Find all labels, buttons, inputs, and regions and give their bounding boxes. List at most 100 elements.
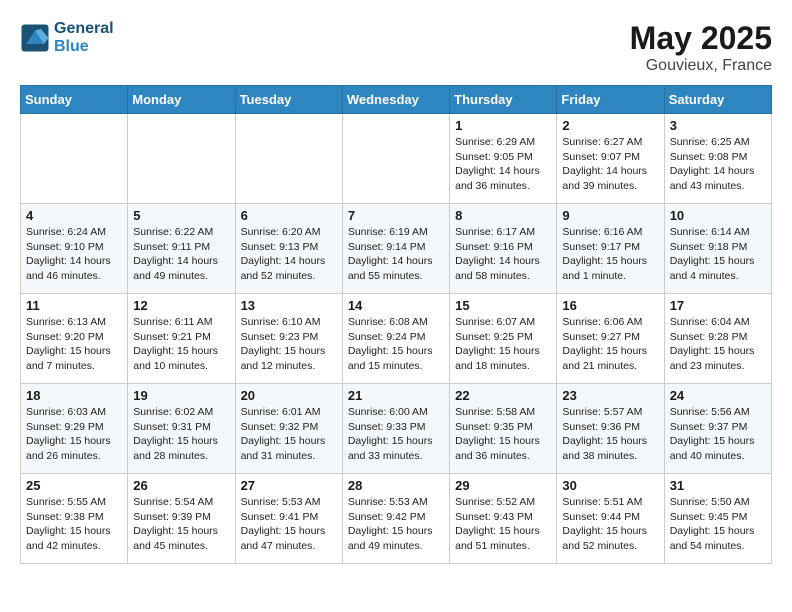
calendar-cell: 15 Sunrise: 6:07 AMSunset: 9:25 PMDayligh… xyxy=(450,294,557,384)
day-number: 26 xyxy=(133,478,229,493)
day-number: 28 xyxy=(348,478,444,493)
calendar-cell: 31 Sunrise: 5:50 AMSunset: 9:45 PMDayligh… xyxy=(664,474,771,564)
calendar-week-3: 11 Sunrise: 6:13 AMSunset: 9:20 PMDayligh… xyxy=(21,294,772,384)
day-number: 18 xyxy=(26,388,122,403)
day-number: 10 xyxy=(670,208,766,223)
calendar-cell: 29 Sunrise: 5:52 AMSunset: 9:43 PMDayligh… xyxy=(450,474,557,564)
day-info: Sunrise: 6:04 AMSunset: 9:28 PMDaylight:… xyxy=(670,315,766,374)
day-number: 4 xyxy=(26,208,122,223)
day-number: 2 xyxy=(562,118,658,133)
calendar-week-1: 1 Sunrise: 6:29 AMSunset: 9:05 PMDaylight… xyxy=(21,114,772,204)
day-number: 5 xyxy=(133,208,229,223)
weekday-header-monday: Monday xyxy=(128,86,235,114)
calendar-subtitle: Gouvieux, France xyxy=(630,57,772,75)
day-info: Sunrise: 5:52 AMSunset: 9:43 PMDaylight:… xyxy=(455,495,551,554)
logo-icon xyxy=(20,23,50,53)
day-info: Sunrise: 6:24 AMSunset: 9:10 PMDaylight:… xyxy=(26,225,122,284)
day-number: 31 xyxy=(670,478,766,493)
logo-blue: Blue xyxy=(54,38,114,56)
day-number: 8 xyxy=(455,208,551,223)
day-info: Sunrise: 6:10 AMSunset: 9:23 PMDaylight:… xyxy=(241,315,337,374)
day-number: 29 xyxy=(455,478,551,493)
day-number: 23 xyxy=(562,388,658,403)
calendar-cell: 18 Sunrise: 6:03 AMSunset: 9:29 PMDayligh… xyxy=(21,384,128,474)
calendar-cell: 7Sunrise: 6:19 AMSunset: 9:14 PMDaylight… xyxy=(342,204,449,294)
day-info: Sunrise: 6:14 AMSunset: 9:18 PMDaylight:… xyxy=(670,225,766,284)
day-info: Sunrise: 5:53 AMSunset: 9:42 PMDaylight:… xyxy=(348,495,444,554)
calendar-cell: 9 Sunrise: 6:16 AMSunset: 9:17 PMDaylight… xyxy=(557,204,664,294)
day-info: Sunrise: 6:22 AMSunset: 9:11 PMDaylight:… xyxy=(133,225,229,284)
calendar-cell: 22 Sunrise: 5:58 AMSunset: 9:35 PMDayligh… xyxy=(450,384,557,474)
day-number: 21 xyxy=(348,388,444,403)
calendar-cell: 30 Sunrise: 5:51 AMSunset: 9:44 PMDayligh… xyxy=(557,474,664,564)
day-number: 15 xyxy=(455,298,551,313)
day-number: 14 xyxy=(348,298,444,313)
page-header: General Blue May 2025 Gouvieux, France xyxy=(20,20,772,75)
calendar-cell: 25 Sunrise: 5:55 AMSunset: 9:38 PMDayligh… xyxy=(21,474,128,564)
day-number: 24 xyxy=(670,388,766,403)
day-info: Sunrise: 6:29 AMSunset: 9:05 PMDaylight:… xyxy=(455,135,551,194)
weekday-header-tuesday: Tuesday xyxy=(235,86,342,114)
calendar-cell xyxy=(342,114,449,204)
day-info: Sunrise: 6:00 AMSunset: 9:33 PMDaylight:… xyxy=(348,405,444,464)
day-number: 7 xyxy=(348,208,444,223)
calendar-cell: 14Sunrise: 6:08 AMSunset: 9:24 PMDayligh… xyxy=(342,294,449,384)
day-info: Sunrise: 6:11 AMSunset: 9:21 PMDaylight:… xyxy=(133,315,229,374)
day-number: 6 xyxy=(241,208,337,223)
calendar-cell: 19Sunrise: 6:02 AMSunset: 9:31 PMDayligh… xyxy=(128,384,235,474)
day-number: 30 xyxy=(562,478,658,493)
day-number: 20 xyxy=(241,388,337,403)
day-info: Sunrise: 6:16 AMSunset: 9:17 PMDaylight:… xyxy=(562,225,658,284)
day-info: Sunrise: 6:17 AMSunset: 9:16 PMDaylight:… xyxy=(455,225,551,284)
calendar-week-4: 18 Sunrise: 6:03 AMSunset: 9:29 PMDayligh… xyxy=(21,384,772,474)
calendar-cell xyxy=(21,114,128,204)
day-number: 22 xyxy=(455,388,551,403)
weekday-header-row: SundayMondayTuesdayWednesdayThursdayFrid… xyxy=(21,86,772,114)
calendar-cell: 16Sunrise: 6:06 AMSunset: 9:27 PMDayligh… xyxy=(557,294,664,384)
day-info: Sunrise: 5:55 AMSunset: 9:38 PMDaylight:… xyxy=(26,495,122,554)
day-number: 17 xyxy=(670,298,766,313)
day-info: Sunrise: 6:03 AMSunset: 9:29 PMDaylight:… xyxy=(26,405,122,464)
day-info: Sunrise: 6:07 AMSunset: 9:25 PMDaylight:… xyxy=(455,315,551,374)
day-info: Sunrise: 5:58 AMSunset: 9:35 PMDaylight:… xyxy=(455,405,551,464)
day-info: Sunrise: 5:50 AMSunset: 9:45 PMDaylight:… xyxy=(670,495,766,554)
calendar-cell: 8 Sunrise: 6:17 AMSunset: 9:16 PMDaylight… xyxy=(450,204,557,294)
calendar-cell: 20 Sunrise: 6:01 AMSunset: 9:32 PMDayligh… xyxy=(235,384,342,474)
day-info: Sunrise: 5:51 AMSunset: 9:44 PMDaylight:… xyxy=(562,495,658,554)
calendar-cell: 5 Sunrise: 6:22 AMSunset: 9:11 PMDaylight… xyxy=(128,204,235,294)
weekday-header-friday: Friday xyxy=(557,86,664,114)
day-info: Sunrise: 6:06 AMSunset: 9:27 PMDaylight:… xyxy=(562,315,658,374)
day-info: Sunrise: 6:20 AMSunset: 9:13 PMDaylight:… xyxy=(241,225,337,284)
day-info: Sunrise: 5:54 AMSunset: 9:39 PMDaylight:… xyxy=(133,495,229,554)
title-block: May 2025 Gouvieux, France xyxy=(630,20,772,75)
day-info: Sunrise: 6:01 AMSunset: 9:32 PMDaylight:… xyxy=(241,405,337,464)
day-number: 27 xyxy=(241,478,337,493)
calendar-header: SundayMondayTuesdayWednesdayThursdayFrid… xyxy=(21,86,772,114)
calendar-week-5: 25 Sunrise: 5:55 AMSunset: 9:38 PMDayligh… xyxy=(21,474,772,564)
calendar-body: 1 Sunrise: 6:29 AMSunset: 9:05 PMDaylight… xyxy=(21,114,772,564)
day-number: 11 xyxy=(26,298,122,313)
calendar-cell: 1 Sunrise: 6:29 AMSunset: 9:05 PMDaylight… xyxy=(450,114,557,204)
day-info: Sunrise: 6:27 AMSunset: 9:07 PMDaylight:… xyxy=(562,135,658,194)
logo: General Blue xyxy=(20,20,114,56)
weekday-header-wednesday: Wednesday xyxy=(342,86,449,114)
calendar-cell: 21 Sunrise: 6:00 AMSunset: 9:33 PMDayligh… xyxy=(342,384,449,474)
day-number: 9 xyxy=(562,208,658,223)
calendar-title: May 2025 xyxy=(630,20,772,57)
calendar-cell: 13 Sunrise: 6:10 AMSunset: 9:23 PMDayligh… xyxy=(235,294,342,384)
day-number: 12 xyxy=(133,298,229,313)
calendar-cell: 27Sunrise: 5:53 AMSunset: 9:41 PMDayligh… xyxy=(235,474,342,564)
calendar-cell: 3Sunrise: 6:25 AMSunset: 9:08 PMDaylight… xyxy=(664,114,771,204)
day-number: 13 xyxy=(241,298,337,313)
day-number: 25 xyxy=(26,478,122,493)
day-number: 1 xyxy=(455,118,551,133)
day-info: Sunrise: 6:13 AMSunset: 9:20 PMDaylight:… xyxy=(26,315,122,374)
calendar-cell: 4 Sunrise: 6:24 AMSunset: 9:10 PMDaylight… xyxy=(21,204,128,294)
calendar-cell: 26 Sunrise: 5:54 AMSunset: 9:39 PMDayligh… xyxy=(128,474,235,564)
calendar-cell: 23Sunrise: 5:57 AMSunset: 9:36 PMDayligh… xyxy=(557,384,664,474)
weekday-header-saturday: Saturday xyxy=(664,86,771,114)
day-info: Sunrise: 5:56 AMSunset: 9:37 PMDaylight:… xyxy=(670,405,766,464)
day-info: Sunrise: 6:02 AMSunset: 9:31 PMDaylight:… xyxy=(133,405,229,464)
calendar-cell: 28 Sunrise: 5:53 AMSunset: 9:42 PMDayligh… xyxy=(342,474,449,564)
calendar-cell: 11 Sunrise: 6:13 AMSunset: 9:20 PMDayligh… xyxy=(21,294,128,384)
